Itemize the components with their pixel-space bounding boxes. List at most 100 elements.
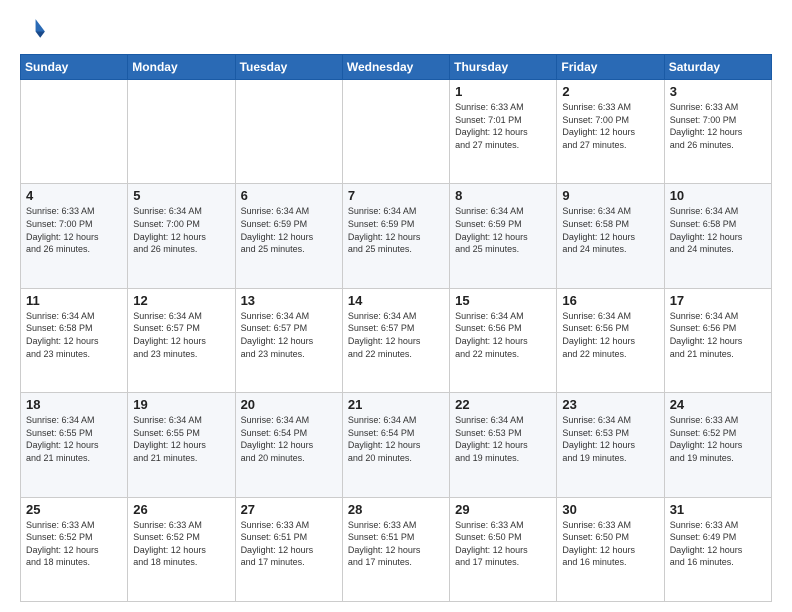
calendar-header-monday: Monday xyxy=(128,55,235,80)
day-number: 10 xyxy=(670,188,766,203)
day-number: 26 xyxy=(133,502,229,517)
calendar-cell: 7Sunrise: 6:34 AM Sunset: 6:59 PM Daylig… xyxy=(342,184,449,288)
day-info: Sunrise: 6:34 AM Sunset: 6:58 PM Dayligh… xyxy=(26,311,99,359)
day-info: Sunrise: 6:33 AM Sunset: 6:52 PM Dayligh… xyxy=(26,520,99,568)
day-number: 23 xyxy=(562,397,658,412)
header xyxy=(20,16,772,44)
day-info: Sunrise: 6:33 AM Sunset: 6:51 PM Dayligh… xyxy=(241,520,314,568)
day-number: 11 xyxy=(26,293,122,308)
day-info: Sunrise: 6:34 AM Sunset: 7:00 PM Dayligh… xyxy=(133,206,206,254)
day-number: 22 xyxy=(455,397,551,412)
calendar-cell: 17 Sunrise: 6:34 AM Sunset: 6:56 PM Dayli… xyxy=(664,288,771,392)
calendar-cell xyxy=(128,80,235,184)
day-number: 27 xyxy=(241,502,337,517)
day-number: 13 xyxy=(241,293,337,308)
day-number: 8 xyxy=(455,188,551,203)
calendar-week-2: 4 Sunrise: 6:33 AM Sunset: 7:00 PM Daylig… xyxy=(21,184,772,288)
day-number: 3 xyxy=(670,84,766,99)
calendar-cell xyxy=(21,80,128,184)
day-info: Sunrise: 6:33 AM Sunset: 6:52 PM Dayligh… xyxy=(670,415,743,463)
day-info: Sunrise: 6:33 AM Sunset: 6:52 PM Dayligh… xyxy=(133,520,206,568)
calendar-cell: 3 Sunrise: 6:33 AM Sunset: 7:00 PM Daylig… xyxy=(664,80,771,184)
calendar-cell: 12 Sunrise: 6:34 AM Sunset: 6:57 PM Dayli… xyxy=(128,288,235,392)
calendar-cell: 24 Sunrise: 6:33 AM Sunset: 6:52 PM Dayli… xyxy=(664,393,771,497)
calendar-cell: 18 Sunrise: 6:34 AM Sunset: 6:55 PM Dayli… xyxy=(21,393,128,497)
day-number: 12 xyxy=(133,293,229,308)
day-info: Sunrise: 6:33 AM Sunset: 6:50 PM Dayligh… xyxy=(455,520,528,568)
day-number: 28 xyxy=(348,502,444,517)
calendar-header-friday: Friday xyxy=(557,55,664,80)
calendar-cell: 11 Sunrise: 6:34 AM Sunset: 6:58 PM Dayli… xyxy=(21,288,128,392)
calendar-cell: 10 Sunrise: 6:34 AM Sunset: 6:58 PM Dayli… xyxy=(664,184,771,288)
calendar-cell: 6Sunrise: 6:34 AM Sunset: 6:59 PM Daylig… xyxy=(235,184,342,288)
calendar-cell: 28 Sunrise: 6:33 AM Sunset: 6:51 PM Dayli… xyxy=(342,497,449,601)
calendar-cell: 5 Sunrise: 6:34 AM Sunset: 7:00 PM Daylig… xyxy=(128,184,235,288)
calendar-cell: 23Sunrise: 6:34 AM Sunset: 6:53 PM Dayli… xyxy=(557,393,664,497)
calendar-cell: 15 Sunrise: 6:34 AM Sunset: 6:56 PM Dayli… xyxy=(450,288,557,392)
day-number: 31 xyxy=(670,502,766,517)
calendar-cell: 27 Sunrise: 6:33 AM Sunset: 6:51 PM Dayli… xyxy=(235,497,342,601)
calendar-week-1: 1 Sunrise: 6:33 AM Sunset: 7:01 PM Daylig… xyxy=(21,80,772,184)
day-info: Sunrise: 6:33 AM Sunset: 7:00 PM Dayligh… xyxy=(670,102,743,150)
day-number: 9 xyxy=(562,188,658,203)
day-info: Sunrise: 6:34 AM Sunset: 6:56 PM Dayligh… xyxy=(670,311,743,359)
calendar-cell: 14 Sunrise: 6:34 AM Sunset: 6:57 PM Dayli… xyxy=(342,288,449,392)
calendar-cell: 30 Sunrise: 6:33 AM Sunset: 6:50 PM Dayli… xyxy=(557,497,664,601)
day-number: 5 xyxy=(133,188,229,203)
page: SundayMondayTuesdayWednesdayThursdayFrid… xyxy=(0,0,792,612)
calendar-table: SundayMondayTuesdayWednesdayThursdayFrid… xyxy=(20,54,772,602)
calendar-header-row: SundayMondayTuesdayWednesdayThursdayFrid… xyxy=(21,55,772,80)
calendar-cell: 25Sunrise: 6:33 AM Sunset: 6:52 PM Dayli… xyxy=(21,497,128,601)
logo-icon xyxy=(20,16,48,44)
day-info: Sunrise: 6:34 AM Sunset: 6:59 PM Dayligh… xyxy=(241,206,314,254)
day-info: Sunrise: 6:34 AM Sunset: 6:57 PM Dayligh… xyxy=(241,311,314,359)
day-info: Sunrise: 6:34 AM Sunset: 6:57 PM Dayligh… xyxy=(348,311,421,359)
calendar-cell: 31Sunrise: 6:33 AM Sunset: 6:49 PM Dayli… xyxy=(664,497,771,601)
day-number: 16 xyxy=(562,293,658,308)
day-number: 21 xyxy=(348,397,444,412)
calendar-cell: 29 Sunrise: 6:33 AM Sunset: 6:50 PM Dayli… xyxy=(450,497,557,601)
calendar-week-5: 25Sunrise: 6:33 AM Sunset: 6:52 PM Dayli… xyxy=(21,497,772,601)
day-number: 1 xyxy=(455,84,551,99)
day-info: Sunrise: 6:33 AM Sunset: 6:50 PM Dayligh… xyxy=(562,520,635,568)
day-info: Sunrise: 6:34 AM Sunset: 6:58 PM Dayligh… xyxy=(670,206,743,254)
day-info: Sunrise: 6:34 AM Sunset: 6:55 PM Dayligh… xyxy=(26,415,99,463)
calendar-cell: 19Sunrise: 6:34 AM Sunset: 6:55 PM Dayli… xyxy=(128,393,235,497)
day-info: Sunrise: 6:34 AM Sunset: 6:53 PM Dayligh… xyxy=(455,415,528,463)
calendar-header-saturday: Saturday xyxy=(664,55,771,80)
calendar-header-tuesday: Tuesday xyxy=(235,55,342,80)
day-info: Sunrise: 6:33 AM Sunset: 6:51 PM Dayligh… xyxy=(348,520,421,568)
day-info: Sunrise: 6:34 AM Sunset: 6:56 PM Dayligh… xyxy=(562,311,635,359)
day-number: 4 xyxy=(26,188,122,203)
day-info: Sunrise: 6:34 AM Sunset: 6:58 PM Dayligh… xyxy=(562,206,635,254)
day-info: Sunrise: 6:34 AM Sunset: 6:56 PM Dayligh… xyxy=(455,311,528,359)
calendar-cell: 26 Sunrise: 6:33 AM Sunset: 6:52 PM Dayli… xyxy=(128,497,235,601)
day-info: Sunrise: 6:34 AM Sunset: 6:59 PM Dayligh… xyxy=(348,206,421,254)
day-number: 29 xyxy=(455,502,551,517)
day-number: 24 xyxy=(670,397,766,412)
day-number: 18 xyxy=(26,397,122,412)
calendar-cell: 8Sunrise: 6:34 AM Sunset: 6:59 PM Daylig… xyxy=(450,184,557,288)
day-info: Sunrise: 6:34 AM Sunset: 6:54 PM Dayligh… xyxy=(241,415,314,463)
day-info: Sunrise: 6:33 AM Sunset: 7:00 PM Dayligh… xyxy=(26,206,99,254)
calendar-cell: 13 Sunrise: 6:34 AM Sunset: 6:57 PM Dayli… xyxy=(235,288,342,392)
calendar-cell: 21 Sunrise: 6:34 AM Sunset: 6:54 PM Dayli… xyxy=(342,393,449,497)
calendar-cell: 9 Sunrise: 6:34 AM Sunset: 6:58 PM Daylig… xyxy=(557,184,664,288)
day-number: 15 xyxy=(455,293,551,308)
calendar-cell xyxy=(235,80,342,184)
day-number: 14 xyxy=(348,293,444,308)
calendar-header-wednesday: Wednesday xyxy=(342,55,449,80)
day-number: 30 xyxy=(562,502,658,517)
day-info: Sunrise: 6:34 AM Sunset: 6:54 PM Dayligh… xyxy=(348,415,421,463)
calendar-cell: 20Sunrise: 6:34 AM Sunset: 6:54 PM Dayli… xyxy=(235,393,342,497)
day-number: 17 xyxy=(670,293,766,308)
day-info: Sunrise: 6:33 AM Sunset: 7:01 PM Dayligh… xyxy=(455,102,528,150)
calendar-week-3: 11 Sunrise: 6:34 AM Sunset: 6:58 PM Dayli… xyxy=(21,288,772,392)
day-number: 2 xyxy=(562,84,658,99)
calendar-cell: 22 Sunrise: 6:34 AM Sunset: 6:53 PM Dayli… xyxy=(450,393,557,497)
calendar-week-4: 18 Sunrise: 6:34 AM Sunset: 6:55 PM Dayli… xyxy=(21,393,772,497)
calendar-header-thursday: Thursday xyxy=(450,55,557,80)
day-info: Sunrise: 6:34 AM Sunset: 6:55 PM Dayligh… xyxy=(133,415,206,463)
logo xyxy=(20,16,52,44)
day-info: Sunrise: 6:34 AM Sunset: 6:57 PM Dayligh… xyxy=(133,311,206,359)
